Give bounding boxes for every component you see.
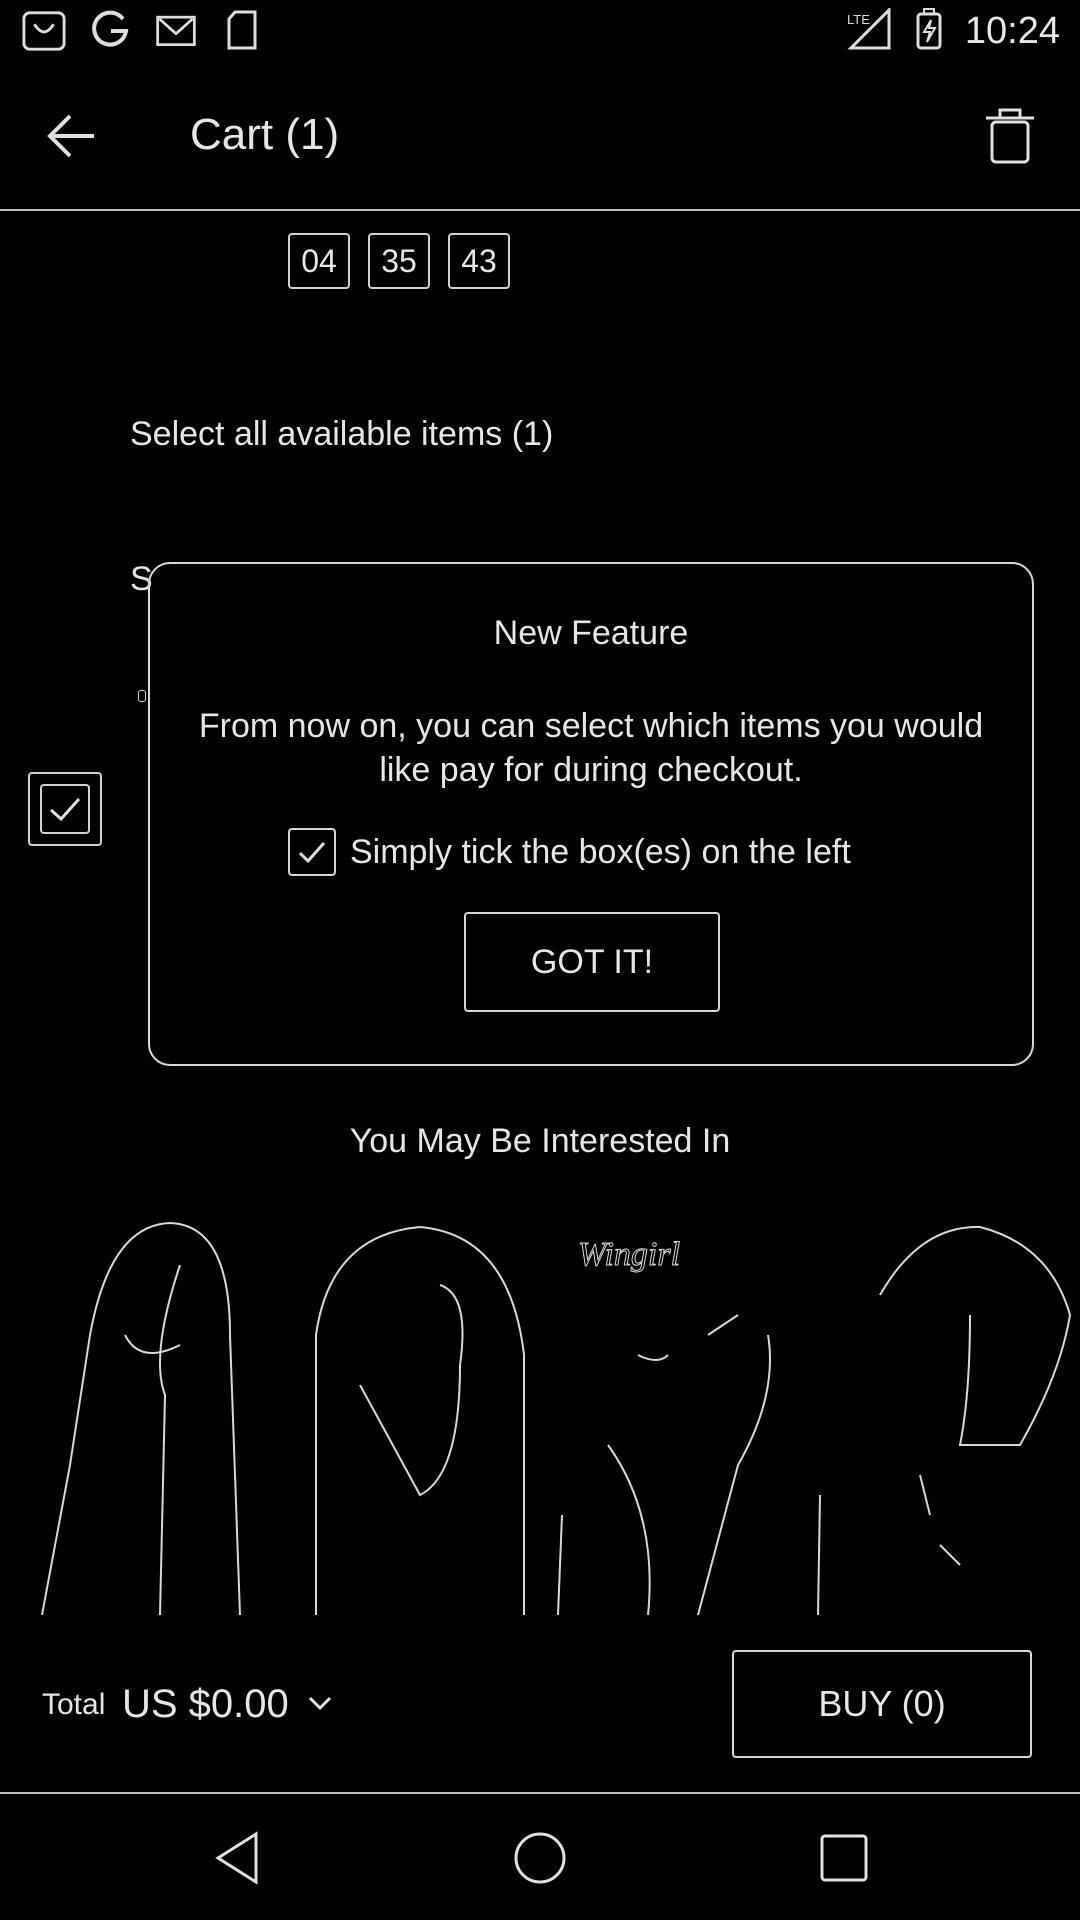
shopping-bag-icon bbox=[22, 10, 66, 51]
trash-icon[interactable] bbox=[980, 104, 1040, 168]
app-bar: Cart (1) bbox=[0, 64, 1080, 211]
product-card[interactable] bbox=[860, 1215, 1080, 1620]
wig-image bbox=[879, 1225, 1072, 1566]
timer-minutes: 35 bbox=[368, 233, 430, 289]
timer-hours: 04 bbox=[288, 233, 350, 289]
dialog-hint: Simply tick the box(es) on the left bbox=[288, 828, 851, 876]
product-card[interactable]: Wingirl bbox=[548, 1215, 828, 1620]
back-arrow-icon[interactable] bbox=[42, 106, 102, 166]
wig-image: Wingirl bbox=[557, 1236, 821, 1616]
select-all-label[interactable]: Select all available items (1) bbox=[130, 415, 553, 454]
wig-image bbox=[41, 1221, 241, 1616]
product-card[interactable] bbox=[30, 1215, 270, 1620]
gmail-icon bbox=[154, 10, 198, 50]
seller-dot bbox=[138, 690, 146, 702]
checkout-bar: Total US $0.00 BUY (0) bbox=[0, 1640, 1080, 1794]
dialog-message: From now on, you can select which items … bbox=[198, 707, 984, 789]
countdown-timer: 04 35 43 bbox=[288, 233, 510, 289]
dialog-title: New Feature bbox=[493, 614, 689, 652]
sd-card-icon bbox=[220, 10, 264, 50]
system-nav-bar bbox=[0, 1794, 1080, 1920]
timer-seconds: 43 bbox=[448, 233, 510, 289]
signal-icon: LTE bbox=[845, 6, 893, 55]
checkbox-icon bbox=[288, 828, 336, 876]
recommendations-heading: You May Be Interested In bbox=[349, 1122, 731, 1160]
new-feature-dialog: New Feature From now on, you can select … bbox=[148, 562, 1034, 1066]
google-icon bbox=[88, 10, 132, 50]
wig-image bbox=[315, 1225, 525, 1615]
battery-charging-icon bbox=[915, 8, 943, 55]
product-card[interactable] bbox=[310, 1215, 530, 1620]
nav-recents-icon[interactable] bbox=[814, 1828, 874, 1888]
system-status: LTE 10:24 bbox=[845, 6, 1060, 55]
hint-text: Simply tick the box(es) on the left bbox=[350, 832, 851, 871]
page-title: Cart (1) bbox=[190, 110, 340, 159]
status-bar: LTE 10:24 bbox=[0, 0, 1080, 64]
notification-icons bbox=[22, 10, 264, 51]
total-label: Total bbox=[42, 1688, 106, 1721]
clock: 10:24 bbox=[964, 10, 1060, 52]
total-amount[interactable]: US $0.00 bbox=[122, 1682, 289, 1727]
brand-watermark: Wingirl bbox=[578, 1236, 680, 1273]
chevron-down-icon[interactable] bbox=[306, 1692, 334, 1716]
svg-text:LTE: LTE bbox=[847, 12, 870, 27]
item-checkbox[interactable] bbox=[28, 772, 102, 846]
got-it-button[interactable]: GOT IT! bbox=[464, 912, 720, 1012]
nav-home-icon[interactable] bbox=[510, 1828, 570, 1888]
recommendations-row: Wingirl bbox=[0, 1215, 1080, 1620]
nav-back-icon[interactable] bbox=[210, 1828, 270, 1888]
checkmark-icon bbox=[40, 784, 90, 834]
buy-button[interactable]: BUY (0) bbox=[732, 1650, 1032, 1758]
